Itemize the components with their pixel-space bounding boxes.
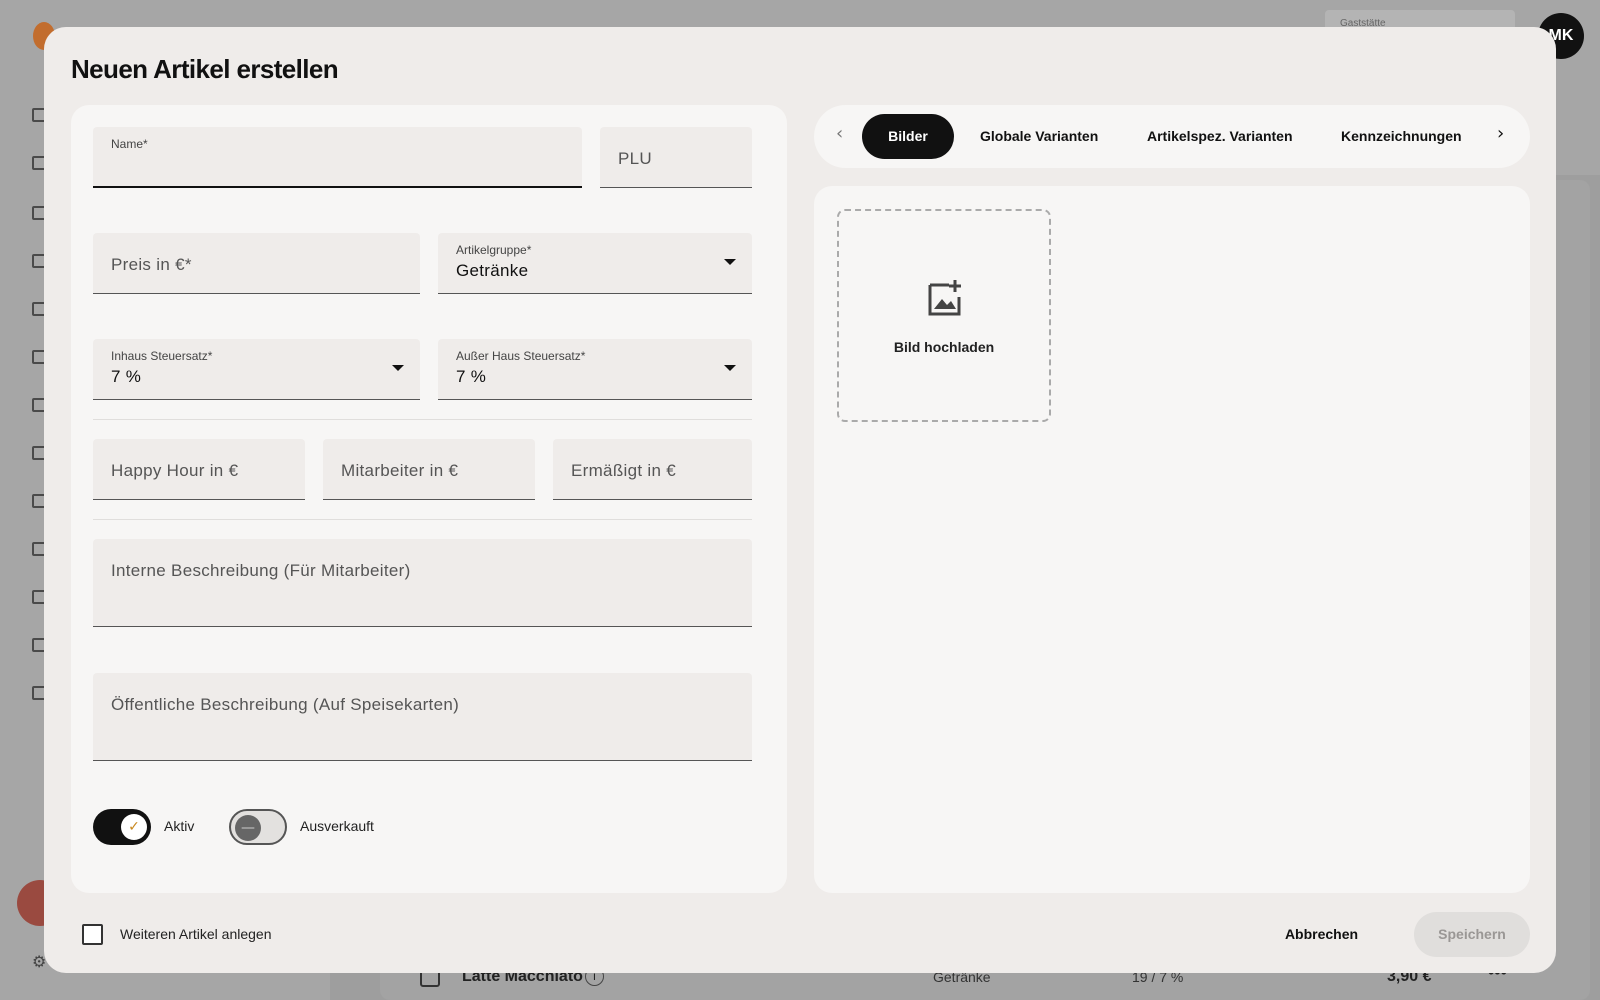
staff-price-placeholder: Mitarbeiter in € xyxy=(341,461,459,480)
dialog-title: Neuen Artikel erstellen xyxy=(71,54,339,84)
tab-bar: ‹ Bilder Globale Varianten Artikelspez. … xyxy=(814,105,1530,168)
toggle-knob: ✓ xyxy=(121,814,147,840)
name-field[interactable]: Name* xyxy=(93,127,582,188)
tab-article-variants[interactable]: Artikelspez. Varianten xyxy=(1147,114,1293,159)
public-description-placeholder: Öffentliche Beschreibung (Auf Speisekart… xyxy=(111,695,460,714)
tab-bilder[interactable]: Bilder xyxy=(862,114,954,159)
reduced-price-field[interactable]: Ermäßigt in € xyxy=(553,439,752,500)
takeaway-tax-value: 7 % xyxy=(456,367,487,386)
price-field[interactable]: Preis in €* xyxy=(93,233,420,294)
images-area: Bild hochladen xyxy=(814,186,1530,893)
active-toggle-label: Aktiv xyxy=(164,818,195,834)
article-form: Name* PLU Preis in €* Artikelgruppe* Get… xyxy=(71,105,787,893)
chevron-right-icon[interactable]: › xyxy=(1497,123,1504,144)
minus-icon: — xyxy=(241,820,255,836)
article-group-value: Getränke xyxy=(456,261,529,280)
media-panel: ‹ Bilder Globale Varianten Artikelspez. … xyxy=(814,105,1530,893)
takeaway-tax-label: Außer Haus Steuersatz* xyxy=(456,349,586,363)
divider xyxy=(93,419,752,420)
plu-placeholder: PLU xyxy=(618,149,652,168)
dropdown-arrow-icon xyxy=(392,365,404,371)
image-plus-icon xyxy=(928,280,961,316)
tab-labels[interactable]: Kennzeichnungen xyxy=(1341,114,1462,159)
price-placeholder: Preis in €* xyxy=(111,255,192,274)
inhouse-tax-label: Inhaus Steuersatz* xyxy=(111,349,213,363)
name-field-label: Name* xyxy=(111,137,148,151)
internal-description-placeholder: Interne Beschreibung (Für Mitarbeiter) xyxy=(111,561,411,580)
active-toggle[interactable]: ✓ xyxy=(93,809,151,845)
happy-hour-placeholder: Happy Hour in € xyxy=(111,461,239,480)
image-upload-dropzone[interactable]: Bild hochladen xyxy=(837,209,1051,422)
takeaway-tax-select[interactable]: Außer Haus Steuersatz* 7 % xyxy=(438,339,752,400)
dropdown-arrow-icon xyxy=(724,365,736,371)
tab-global-variants[interactable]: Globale Varianten xyxy=(980,114,1098,159)
internal-description-field[interactable]: Interne Beschreibung (Für Mitarbeiter) xyxy=(93,539,752,627)
article-group-select[interactable]: Artikelgruppe* Getränke xyxy=(438,233,752,294)
create-article-dialog: Neuen Artikel erstellen Name* PLU Preis … xyxy=(44,27,1556,973)
toggle-knob: — xyxy=(235,815,261,841)
create-another-checkbox[interactable] xyxy=(82,924,103,945)
dropdown-arrow-icon xyxy=(724,259,736,265)
staff-price-field[interactable]: Mitarbeiter in € xyxy=(323,439,535,500)
check-icon: ✓ xyxy=(128,819,140,835)
public-description-field[interactable]: Öffentliche Beschreibung (Auf Speisekart… xyxy=(93,673,752,761)
create-another-label: Weiteren Artikel anlegen xyxy=(120,926,272,942)
inhouse-tax-value: 7 % xyxy=(111,367,142,386)
save-button[interactable]: Speichern xyxy=(1414,912,1530,957)
reduced-price-placeholder: Ermäßigt in € xyxy=(571,461,676,480)
happy-hour-field[interactable]: Happy Hour in € xyxy=(93,439,305,500)
inhouse-tax-select[interactable]: Inhaus Steuersatz* 7 % xyxy=(93,339,420,400)
sold-out-toggle[interactable]: — xyxy=(229,809,287,845)
article-group-label: Artikelgruppe* xyxy=(456,243,532,257)
upload-label: Bild hochladen xyxy=(893,339,995,355)
sold-out-toggle-label: Ausverkauft xyxy=(300,818,374,834)
plu-field[interactable]: PLU xyxy=(600,127,752,188)
divider xyxy=(93,519,752,520)
cancel-button[interactable]: Abbrechen xyxy=(1264,912,1379,957)
chevron-left-icon[interactable]: ‹ xyxy=(836,123,843,144)
